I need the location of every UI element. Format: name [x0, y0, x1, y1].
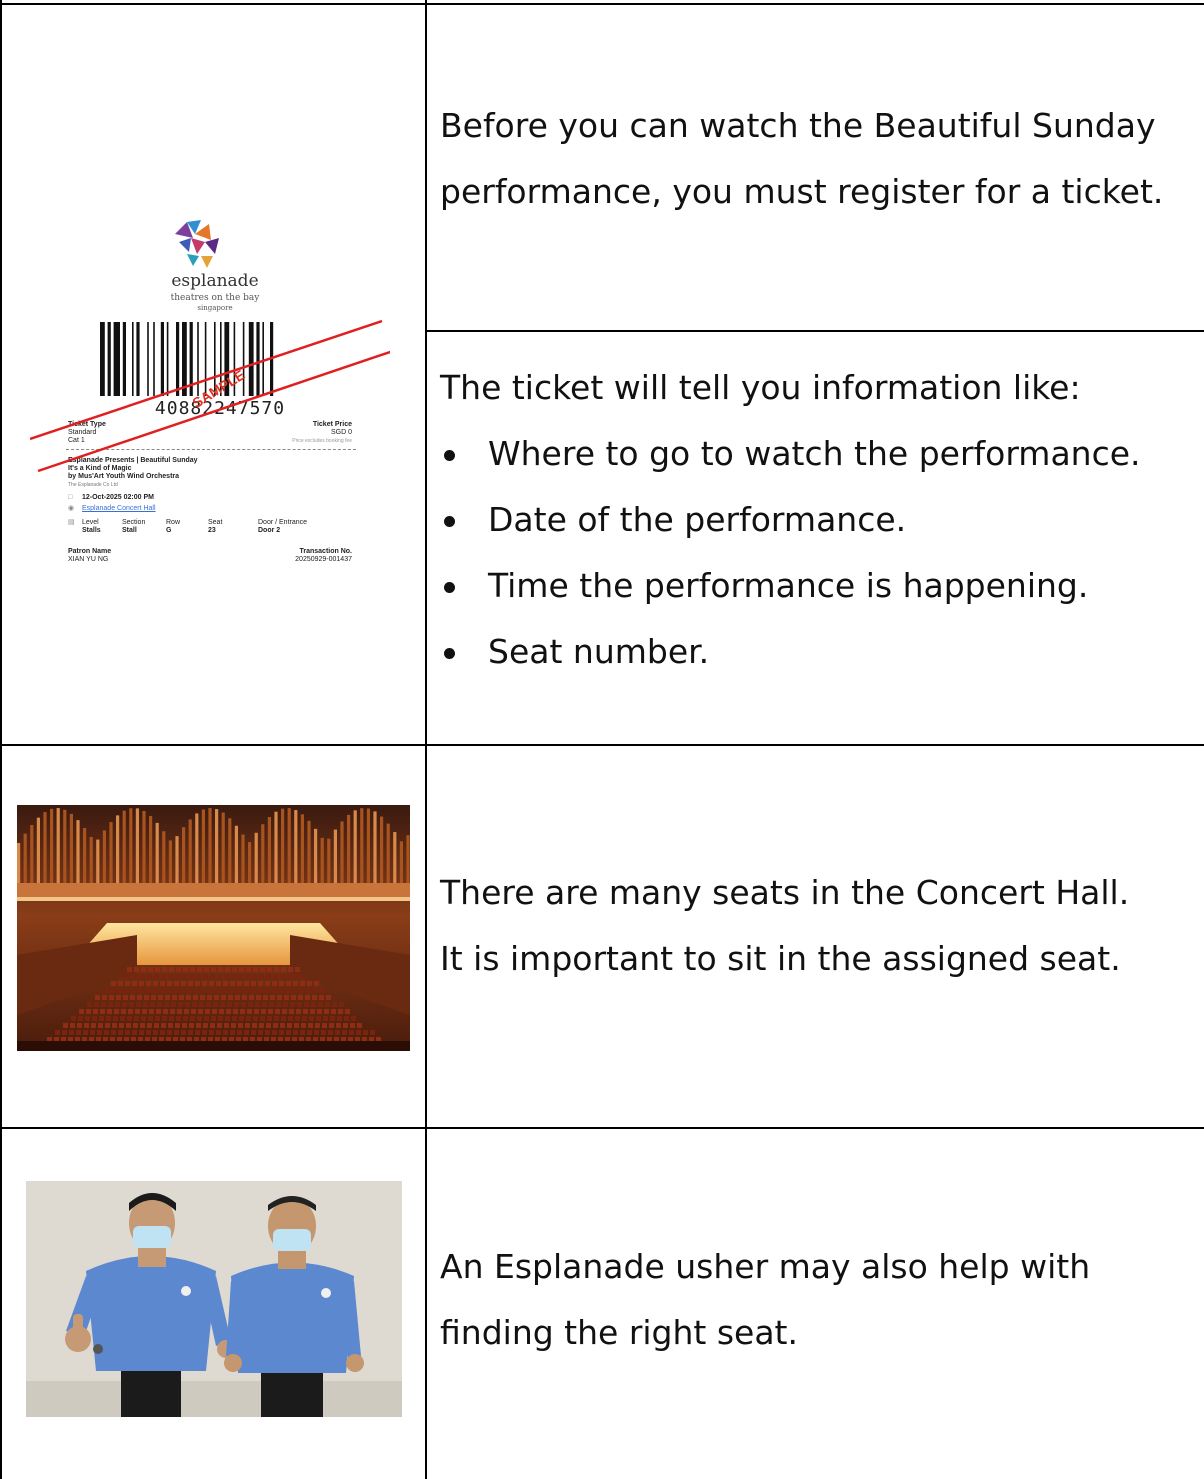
list-item: Seat number.	[440, 619, 1190, 685]
bullet-text: Date of the performance.	[488, 500, 907, 539]
list-item: Time the performance is happening.	[440, 553, 1190, 619]
bullet-icon	[444, 648, 455, 659]
ticket-info-intro: The ticket will tell you information lik…	[440, 368, 1081, 407]
usher-text: An Esplanade usher may also help with fi…	[440, 1234, 1190, 1366]
concert-hall-photo	[17, 805, 410, 1051]
bullet-icon	[444, 450, 455, 461]
table-border-top	[0, 3, 1204, 5]
concert-hall-line-1: There are many seats in the Concert Hall…	[440, 873, 1130, 912]
ushers-photo	[26, 1181, 402, 1417]
sample-strike-lines	[30, 319, 390, 473]
bullet-text: Time the performance is happening.	[488, 566, 1089, 605]
bullet-text: Seat number.	[488, 632, 710, 671]
ticket-info-list: Where to go to watch the performance. Da…	[440, 421, 1190, 685]
bullet-text: Where to go to watch the performance.	[488, 434, 1141, 473]
ushers-illustration	[26, 1181, 402, 1417]
concert-hall-line-2: It is important to sit in the assigned s…	[440, 939, 1121, 978]
row-divider-1	[426, 330, 1204, 332]
document-page: Before you can watch the Beautiful Sunda…	[0, 0, 1204, 1479]
list-item: Date of the performance.	[440, 487, 1190, 553]
usher-paragraph: An Esplanade usher may also help with fi…	[440, 1247, 1091, 1352]
bullet-icon	[444, 516, 455, 527]
register-ticket-text: Before you can watch the Beautiful Sunda…	[440, 93, 1190, 225]
table-border-left	[0, 0, 2, 1479]
table-divider-vertical	[425, 0, 427, 1479]
concert-hall-illustration	[17, 805, 410, 1051]
ticket-info-text: The ticket will tell you information lik…	[440, 355, 1190, 685]
row-divider-2	[0, 744, 1204, 746]
bullet-icon	[444, 582, 455, 593]
sample-ticket-image: esplanade theatres on the bay singapore …	[30, 215, 390, 575]
register-ticket-paragraph: Before you can watch the Beautiful Sunda…	[440, 106, 1164, 211]
row-divider-3	[0, 1127, 1204, 1129]
concert-hall-text: There are many seats in the Concert Hall…	[440, 860, 1190, 992]
list-item: Where to go to watch the performance.	[440, 421, 1190, 487]
